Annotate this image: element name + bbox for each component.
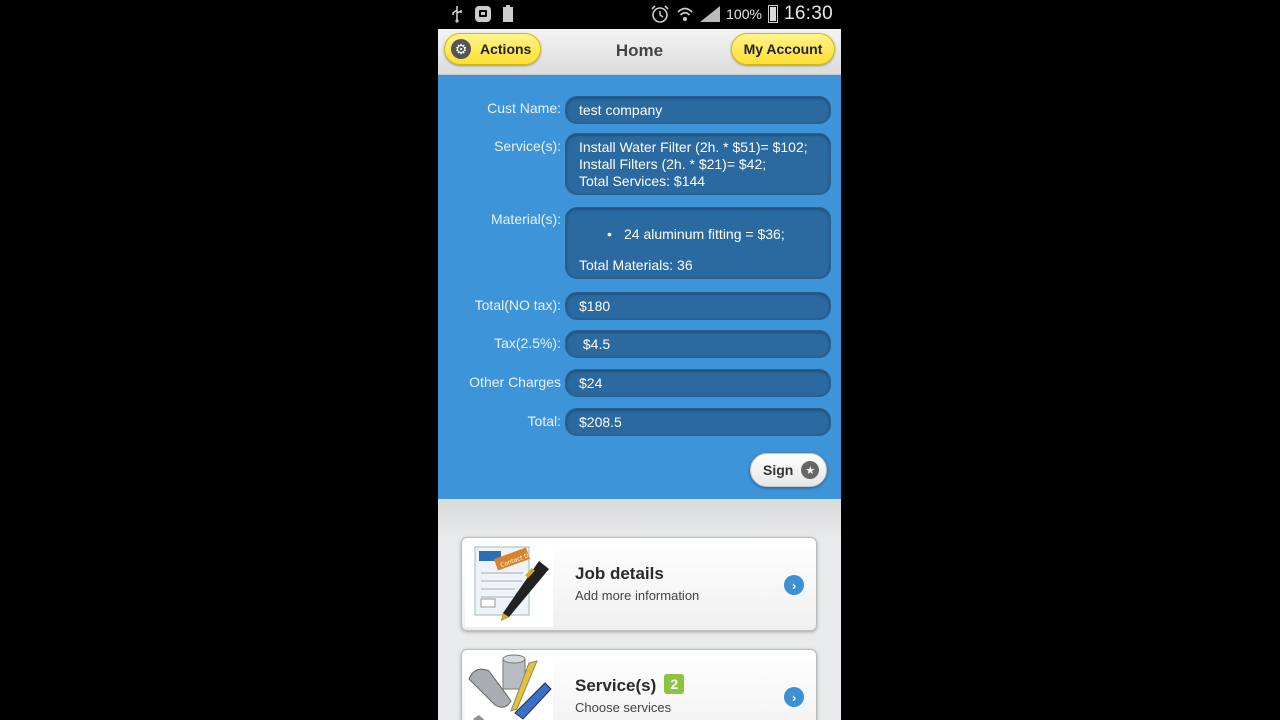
- total-label: Total:: [527, 413, 561, 429]
- chevron-right-icon: ›: [784, 687, 804, 707]
- star-icon: ★: [801, 461, 820, 479]
- tax-label: Tax(2.5%):: [494, 335, 561, 351]
- status-left-icons: [450, 5, 514, 23]
- wifi-icon: [677, 7, 693, 21]
- materials-label: Material(s):: [490, 211, 561, 227]
- cust-name-label: Cust Name:: [487, 100, 561, 116]
- services-label: Service(s):: [494, 138, 561, 154]
- tools-icon: [468, 654, 552, 720]
- cust-name-field[interactable]: test company: [565, 96, 831, 124]
- service-line: Install Filters (2h. * $21)= $42;: [579, 156, 767, 172]
- tax-field[interactable]: $4.5: [565, 330, 831, 358]
- alarm-icon: [651, 5, 669, 23]
- usb-icon: [452, 6, 462, 23]
- total-field[interactable]: $208.5: [565, 408, 831, 436]
- sign-button[interactable]: Sign ★: [750, 453, 827, 487]
- contact-details-pen-icon: Contact Details: [474, 546, 549, 621]
- app-icon: [475, 6, 491, 22]
- status-bar: 100% 16:30: [438, 0, 841, 29]
- job-details-title: Job details: [575, 564, 664, 583]
- materials-total: Total Materials: 36: [579, 257, 693, 273]
- material-item: 24 aluminum fitting = $36;: [579, 225, 817, 243]
- total-no-tax-label: Total(NO tax):: [474, 297, 561, 313]
- service-line: Install Water Filter (2h. * $51)= $102;: [579, 139, 808, 155]
- services-total: Total Services: $144: [579, 173, 706, 189]
- status-right-icons: 100% 16:30: [650, 3, 833, 25]
- battery-small-icon: [503, 5, 513, 22]
- job-details-subtitle: Add more information: [575, 588, 700, 603]
- services-thumbnail: [465, 653, 553, 720]
- chevron-right-icon: ›: [784, 575, 804, 595]
- menu-list: Contact Details Job details Add more inf…: [438, 499, 841, 720]
- services-subtitle: Choose services: [575, 700, 672, 715]
- job-details-thumbnail: Contact Details: [465, 541, 553, 627]
- clock: 16:30: [783, 3, 833, 24]
- invoice-panel: Cust Name: test company Service(s): Inst…: [438, 75, 841, 499]
- other-charges-field[interactable]: $24: [565, 369, 831, 397]
- phone-screen: 100% 16:30 ⚙ Actions Home My Account Cus…: [438, 0, 841, 720]
- battery-icon: [767, 5, 778, 23]
- services-count-badge: 2: [664, 674, 685, 694]
- job-details-card[interactable]: Contact Details Job details Add more inf…: [461, 537, 817, 631]
- services-field[interactable]: Install Water Filter (2h. * $51)= $102; …: [565, 133, 831, 195]
- battery-percent: 100%: [726, 6, 762, 22]
- services-title-text: Service(s): [575, 676, 657, 695]
- services-title: Service(s) 2: [575, 674, 685, 696]
- other-charges-label: Other Charges: [469, 374, 561, 390]
- total-no-tax-field[interactable]: $180: [565, 292, 831, 320]
- signal-icon: [700, 6, 721, 22]
- app-header: ⚙ Actions Home My Account: [438, 29, 841, 75]
- materials-field[interactable]: 24 aluminum fitting = $36; Total Materia…: [565, 207, 831, 279]
- services-card[interactable]: Service(s) 2 Choose services ›: [461, 649, 817, 720]
- my-account-button[interactable]: My Account: [731, 33, 835, 65]
- sign-label: Sign: [763, 462, 794, 478]
